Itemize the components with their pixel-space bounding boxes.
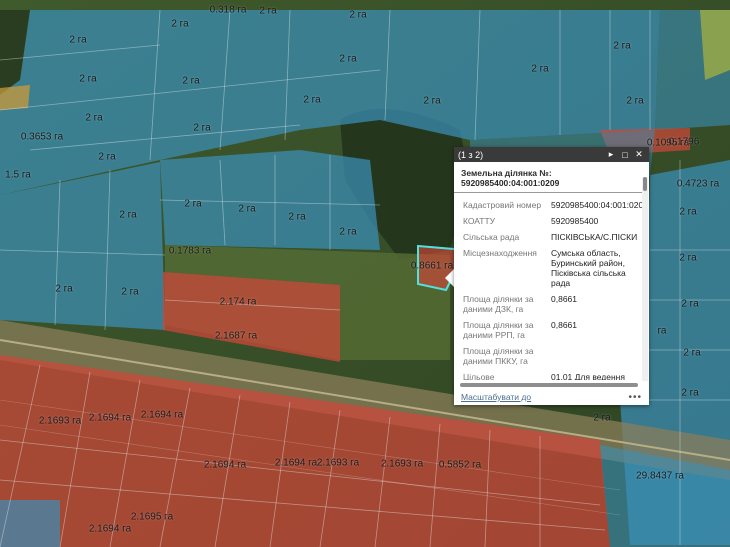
zoom-to-link[interactable]: Масштабувати до bbox=[461, 392, 628, 402]
attr-row: Площа ділянки за даними ДЗК, га 0,8661 bbox=[454, 291, 643, 317]
popup-vertical-scrollbar[interactable] bbox=[642, 177, 648, 381]
parcel-area-label: 2 га bbox=[119, 209, 137, 221]
parcel-area-label: 0.4723 га bbox=[676, 178, 720, 190]
parcel-area-label: 2.1693 га bbox=[38, 415, 82, 427]
scroll-thumb[interactable] bbox=[643, 177, 647, 191]
more-actions-icon[interactable]: ••• bbox=[628, 392, 642, 403]
parcel-area-label: 2 га bbox=[79, 73, 97, 85]
parcel-area-label: 2.1695 га bbox=[130, 511, 174, 523]
popup-footer: Масштабувати до ••• bbox=[454, 389, 649, 405]
parcel-area-label: 2 га bbox=[259, 5, 277, 17]
parcel-area-label: 0.318 га bbox=[209, 4, 247, 16]
parcel-area-label: 2 га bbox=[121, 286, 139, 298]
parcel-area-label: 2 га bbox=[679, 206, 697, 218]
attr-value: 0,8661 bbox=[551, 320, 577, 330]
attr-value: ПІСКІВСЬКА/С.ПІСКИ bbox=[551, 232, 638, 242]
parcel-area-label: 2 га bbox=[55, 283, 73, 295]
parcel-area-label: 29.8437 га bbox=[636, 470, 684, 482]
parcel-area-label: 2 га bbox=[339, 53, 357, 65]
parcel-area-label: 2 га bbox=[681, 298, 699, 310]
attr-row: Площа ділянки за даними ПККУ, га bbox=[454, 343, 643, 369]
parcel-area-label: 2 га bbox=[683, 347, 701, 359]
parcel-area-label: 2.1694 га bbox=[274, 457, 318, 469]
popup-attributes[interactable]: Кадастровий номер 5920985400:04:001:0209… bbox=[454, 197, 643, 380]
attr-value: Сумська область, Буринський район, Піскі… bbox=[551, 248, 626, 288]
parcel-area-label: 2 га bbox=[288, 211, 306, 223]
parcel-area-label: 2 га bbox=[193, 122, 211, 134]
parcel-area-label: 2 га bbox=[184, 198, 202, 210]
close-icon[interactable]: ✕ bbox=[633, 148, 645, 161]
next-feature-icon[interactable]: ▸ bbox=[605, 148, 617, 161]
popup-horizontal-scrollbar[interactable] bbox=[460, 383, 638, 387]
parcel-area-label: 2 га bbox=[238, 203, 256, 215]
attr-row: Місцезнаходження Сумська область, Буринс… bbox=[454, 245, 643, 291]
popup-title-value: 5920985400:04:001:0209 bbox=[461, 178, 560, 188]
popup-pager: (1 з 2) bbox=[458, 149, 484, 160]
parcel-info-popup: (1 з 2) ▸ □ ✕ Земельна ділянка №: 592098… bbox=[454, 147, 649, 405]
parcel-area-label: 0.3653 га bbox=[20, 131, 64, 143]
parcel-area-label: 2 га bbox=[681, 387, 699, 399]
parcel-area-label: 2 га bbox=[679, 252, 697, 264]
attr-key: Площа ділянки за даними РРП, га bbox=[463, 320, 534, 340]
attr-row: Цільове призначення за 01.01 Для ведення… bbox=[454, 369, 643, 380]
parcel-area-label: 2 га bbox=[303, 94, 321, 106]
parcel-area-label: 2 га bbox=[531, 63, 549, 75]
attr-key: Цільове призначення за bbox=[463, 372, 495, 380]
attr-key: КОАТТУ bbox=[463, 216, 496, 226]
parcel-area-label: 2.1694 га bbox=[88, 523, 132, 535]
parcel-area-label: 2 га bbox=[182, 75, 200, 87]
parcel-area-label: 2.1694 га bbox=[140, 409, 184, 421]
maximize-icon[interactable]: □ bbox=[619, 148, 631, 161]
parcel-area-label: 2 га bbox=[613, 40, 631, 52]
attr-key: Кадастровий номер bbox=[463, 200, 542, 210]
parcel-area-label: га bbox=[657, 325, 667, 337]
parcel-area-label: 2 га bbox=[85, 112, 103, 124]
attr-key: Площа ділянки за даними ДЗК, га bbox=[463, 294, 534, 314]
attr-key: Площа ділянки за даними ПККУ, га bbox=[463, 346, 534, 366]
parcel-area-label: 2 га bbox=[349, 9, 367, 21]
popup-title: Земельна ділянка №: 5920985400:04:001:02… bbox=[454, 162, 643, 193]
parcel-area-label: 2 га bbox=[98, 151, 116, 163]
parcel-area-label: 2 га bbox=[69, 34, 87, 46]
parcel-area-label: 2.1693 га bbox=[380, 458, 424, 470]
parcel-area-label: 2 га bbox=[339, 226, 357, 238]
attr-key: Місцезнаходження bbox=[463, 248, 537, 258]
attr-value: 01.01 Для ведення товарного bbox=[551, 372, 625, 380]
popup-title-label: Земельна ділянка №: bbox=[461, 168, 552, 178]
parcel-area-label: 2.1694 га bbox=[88, 412, 132, 424]
attr-key: Сільська рада bbox=[463, 232, 520, 242]
attr-value bbox=[551, 346, 643, 366]
attr-row: КОАТТУ 5920985400 bbox=[454, 213, 643, 229]
parcel-area-label: 0.1783 га bbox=[168, 245, 212, 257]
attr-value: 0,8661 bbox=[551, 294, 577, 304]
parcel-area-label: 2.1694 га bbox=[203, 459, 247, 471]
parcel-area-label: 2 га bbox=[593, 412, 611, 424]
attr-row: Кадастровий номер 5920985400:04:001:0209 bbox=[454, 197, 643, 213]
parcel-area-label: 2.1687 га bbox=[214, 330, 258, 342]
popup-header: (1 з 2) ▸ □ ✕ bbox=[454, 147, 649, 162]
attr-value: 5920985400 bbox=[551, 216, 599, 226]
parcel-area-label: 1.5 га bbox=[5, 169, 31, 181]
attr-row: Сільська рада ПІСКІВСЬКА/С.ПІСКИ bbox=[454, 229, 643, 245]
parcel-area-label: 0.1796 bbox=[668, 136, 700, 148]
attr-value: 5920985400:04:001:0209 bbox=[551, 200, 643, 210]
parcel-area-label: 0.5852 га bbox=[438, 459, 482, 471]
parcel-area-label: 2.1693 га bbox=[316, 457, 360, 469]
parcel-area-label: 2 га bbox=[171, 18, 189, 30]
parcel-area-label: 2 га bbox=[423, 95, 441, 107]
parcel-area-label: 2.174 га bbox=[219, 296, 257, 308]
parcel-area-label: 2 га bbox=[626, 95, 644, 107]
attr-row: Площа ділянки за даними РРП, га 0,8661 bbox=[454, 317, 643, 343]
